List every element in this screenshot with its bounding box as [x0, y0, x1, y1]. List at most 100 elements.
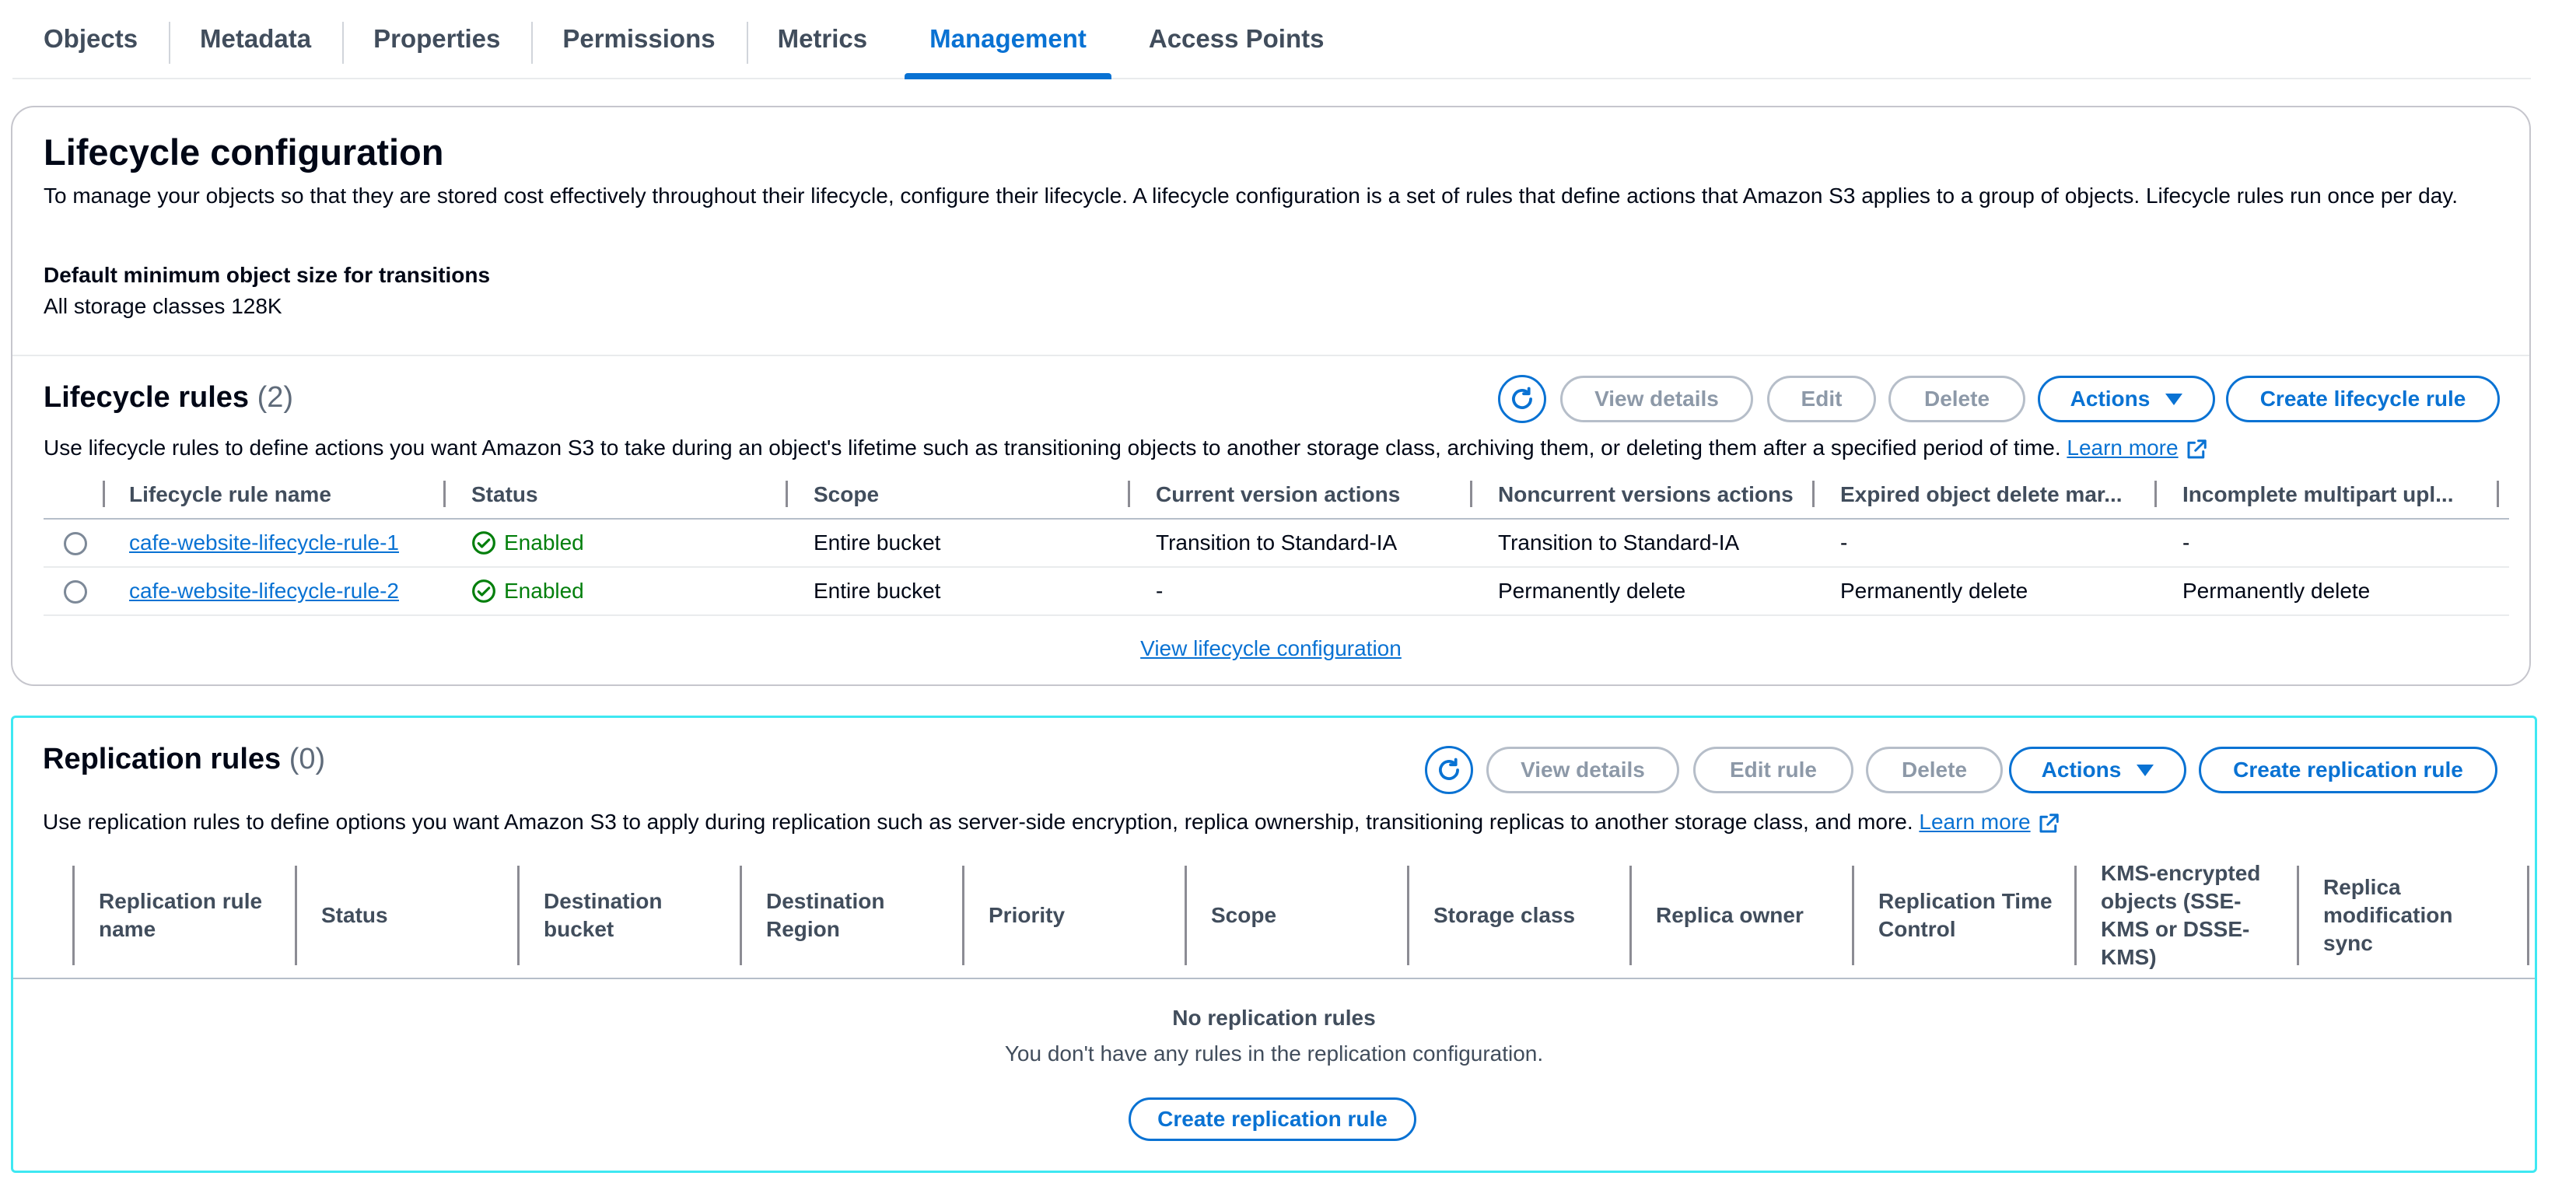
empty-state: No replication rules You don't have any …	[13, 1006, 2535, 1066]
replication-learn-more-link[interactable]: Learn more	[1919, 810, 2030, 834]
lifecycle-rules-description: Use lifecycle rules to define actions yo…	[44, 432, 2208, 464]
check-circle-icon	[472, 531, 495, 555]
tab-access-points[interactable]: Access Points	[1118, 0, 1356, 78]
status-text: Enabled	[504, 530, 584, 555]
lifecycle-config-description: To manage your objects so that they are …	[44, 184, 2459, 208]
column-separator	[2297, 866, 2299, 965]
status-text: Enabled	[504, 579, 584, 603]
actions-dropdown-button[interactable]: Actions	[2009, 747, 2186, 793]
column-header-scope[interactable]: Scope	[1211, 901, 1390, 929]
column-header-noncurrent-versions-actions[interactable]: Noncurrent versions actions	[1498, 482, 1817, 507]
tab-properties[interactable]: Properties	[342, 0, 531, 78]
column-separator	[295, 866, 297, 965]
lifecycle-learn-more-link[interactable]: Learn more	[2067, 436, 2178, 460]
column-header-replica-modification-sync[interactable]: Replica modification sync	[2323, 873, 2487, 957]
row-select-radio[interactable]	[64, 532, 87, 555]
replication-rules-count: (0)	[289, 743, 326, 775]
external-link-icon	[2187, 439, 2207, 459]
expired-marker-cell: -	[1840, 530, 1848, 555]
refresh-lifecycle-button[interactable]	[1498, 375, 1546, 423]
replication-rules-description: Use replication rules to define options …	[43, 807, 2060, 838]
tab-management[interactable]: Management	[898, 0, 1118, 79]
tab-metadata[interactable]: Metadata	[169, 0, 342, 78]
delete-button[interactable]: Delete	[1866, 747, 2003, 793]
column-separator	[962, 866, 964, 965]
create-lifecycle-rule-button[interactable]: Create lifecycle rule	[2226, 376, 2500, 422]
row-select-radio[interactable]	[64, 580, 87, 604]
actions-dropdown-button[interactable]: Actions	[2038, 376, 2215, 422]
tab-bar: Objects Metadata Properties Permissions …	[12, 0, 2531, 79]
column-separator	[517, 866, 520, 965]
column-header-scope[interactable]: Scope	[814, 482, 1125, 507]
create-replication-rule-button[interactable]: Create replication rule	[2199, 747, 2497, 793]
view-config-wrapper: View lifecycle configuration	[12, 636, 2529, 661]
delete-button[interactable]: Delete	[1888, 376, 2025, 422]
column-separator	[2074, 866, 2077, 965]
replication-rules-description-text: Use replication rules to define options …	[43, 810, 1913, 834]
current-actions-cell: -	[1156, 579, 1164, 603]
lifecycle-container: Lifecycle configuration To manage your o…	[11, 106, 2531, 686]
column-header-replication-time-control[interactable]: Replication Time Control	[1878, 887, 2065, 943]
caret-down-icon	[2137, 764, 2154, 776]
column-header-incomplete-multipart-upload[interactable]: Incomplete multipart upl...	[2182, 482, 2494, 507]
min-size-value: All storage classes 128K	[44, 294, 282, 318]
create-replication-rule-empty-button[interactable]: Create replication rule	[1129, 1097, 1416, 1141]
edit-button[interactable]: Edit	[1767, 376, 1876, 422]
column-header-expired-object-delete-marker[interactable]: Expired object delete mar...	[1840, 482, 2151, 507]
lifecycle-rules-title-text: Lifecycle rules	[44, 381, 250, 414]
empty-state-description: You don't have any rules in the replicat…	[1004, 1041, 1544, 1066]
status-badge: Enabled	[471, 530, 584, 555]
view-lifecycle-configuration-link[interactable]: View lifecycle configuration	[1140, 636, 1402, 660]
actions-label: Actions	[2070, 387, 2151, 411]
column-separator	[2527, 866, 2529, 965]
column-header-status[interactable]: Status	[471, 482, 782, 507]
column-separator	[1852, 866, 1854, 965]
lifecycle-rules-count: (2)	[257, 381, 294, 414]
tab-metrics[interactable]: Metrics	[746, 0, 899, 78]
column-header-status[interactable]: Status	[321, 901, 500, 929]
table-row-name: cafe-website-lifecycle-rule-2	[129, 579, 399, 604]
incomplete-upload-cell: -	[2182, 530, 2190, 555]
rule-name-link[interactable]: cafe-website-lifecycle-rule-2	[129, 579, 399, 603]
replication-container: Replication rules (0) View details Edit …	[11, 716, 2537, 1173]
header-divider	[13, 978, 2535, 979]
edit-rule-button[interactable]: Edit rule	[1693, 747, 1853, 793]
column-separator	[740, 866, 742, 965]
row-divider	[44, 566, 2509, 568]
refresh-icon	[1512, 387, 1532, 409]
column-header-replica-owner[interactable]: Replica owner	[1656, 901, 1843, 929]
lifecycle-rules-description-text: Use lifecycle rules to define actions yo…	[44, 436, 2061, 460]
column-separator	[1812, 481, 1815, 507]
actions-label: Actions	[2041, 758, 2122, 782]
tab-objects[interactable]: Objects	[12, 0, 169, 78]
column-header-destination-region[interactable]: Destination Region	[766, 887, 922, 943]
lifecycle-config-title: Lifecycle configuration	[44, 131, 444, 173]
rule-name-link[interactable]: cafe-website-lifecycle-rule-1	[129, 530, 399, 555]
column-separator	[443, 481, 446, 507]
tab-permissions[interactable]: Permissions	[531, 0, 746, 78]
column-separator	[72, 866, 75, 965]
refresh-replication-button[interactable]	[1425, 746, 1473, 794]
current-actions-cell: Transition to Standard-IA	[1156, 530, 1398, 555]
column-separator	[786, 481, 788, 507]
refresh-icon	[1439, 758, 1459, 780]
column-separator	[1407, 866, 1409, 965]
view-details-button[interactable]: View details	[1560, 376, 1753, 422]
column-separator	[2497, 481, 2499, 507]
column-header-replication-rule-name[interactable]: Replication rule name	[99, 887, 278, 943]
column-header-kms-encrypted-objects[interactable]: KMS-encrypted objects (SSE-KMS or DSSE-K…	[2101, 859, 2264, 971]
column-separator	[103, 481, 105, 507]
scope-cell: Entire bucket	[814, 579, 941, 603]
column-header-rule-name[interactable]: Lifecycle rule name	[129, 482, 440, 507]
view-details-button[interactable]: View details	[1486, 747, 1679, 793]
replication-rules-title-text: Replication rules	[43, 743, 282, 775]
lifecycle-rules-title: Lifecycle rules (2)	[44, 381, 293, 415]
column-header-priority[interactable]: Priority	[989, 901, 1167, 929]
section-divider	[12, 355, 2529, 356]
column-header-destination-bucket[interactable]: Destination bucket	[544, 887, 699, 943]
expired-marker-cell: Permanently delete	[1840, 579, 2028, 603]
scope-cell: Entire bucket	[814, 530, 941, 555]
noncurrent-actions-cell: Transition to Standard-IA	[1498, 530, 1740, 555]
column-header-current-version-actions[interactable]: Current version actions	[1156, 482, 1467, 507]
column-header-storage-class[interactable]: Storage class	[1433, 901, 1620, 929]
